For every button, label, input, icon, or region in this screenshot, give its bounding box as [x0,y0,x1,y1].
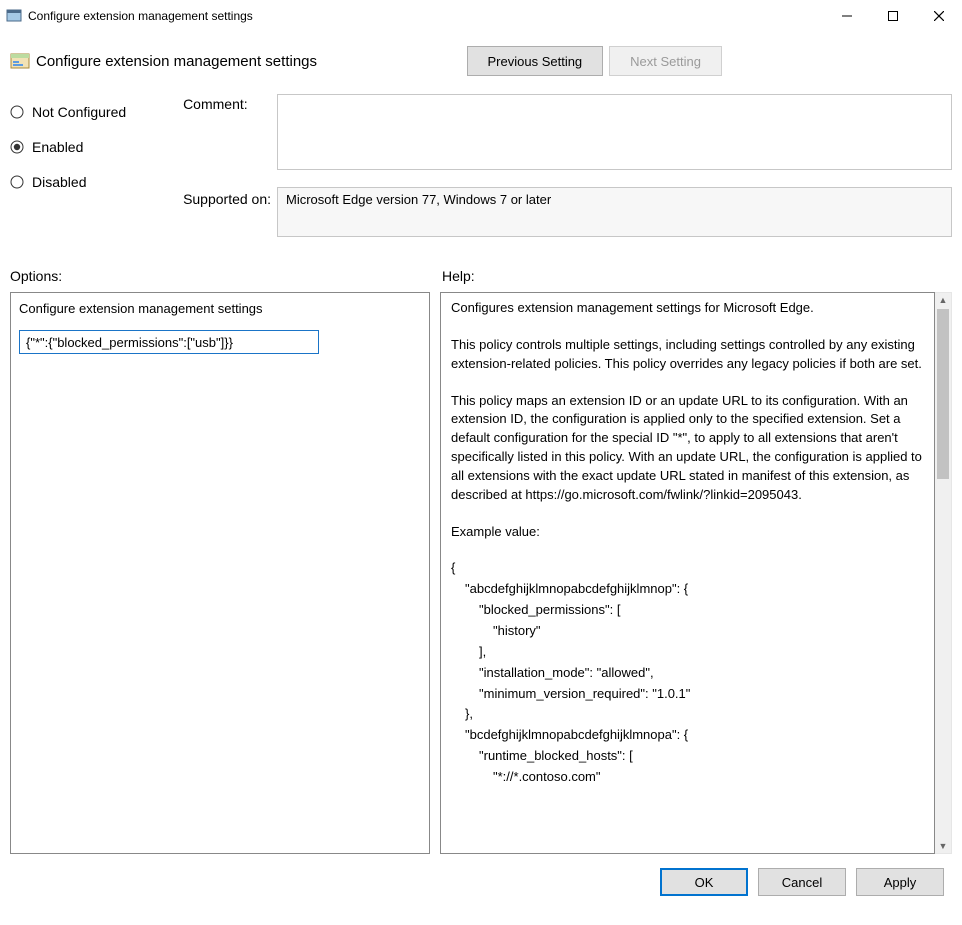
supported-on-field [277,187,952,237]
help-scrollbar[interactable]: ▲ ▼ [935,292,952,854]
field-labels: Comment: Supported on: [183,94,277,240]
radio-label: Enabled [32,139,83,155]
state-radio-group: Not Configured Enabled Disabled [10,94,183,240]
help-code: "installation_mode": "allowed", [451,664,924,683]
header-row: Configure extension management settings … [0,46,962,76]
scroll-up-icon: ▲ [935,293,951,307]
scroll-thumb[interactable] [937,309,949,479]
help-code: ], [451,643,924,662]
window-buttons [824,0,962,32]
ok-button[interactable]: OK [660,868,748,896]
help-code: "abcdefghijklmnopabcdefghijklmnop": { [451,580,924,599]
help-wrap: Configures extension management settings… [440,292,952,854]
config-area: Not Configured Enabled Disabled Comm [0,94,962,240]
app-icon [6,8,22,24]
options-label: Options: [10,268,442,284]
radio-icon [10,175,24,189]
help-code: "bcdefghijklmnopabcdefghijklmnopa": { [451,726,924,745]
radio-icon [10,140,24,154]
scroll-down-icon: ▼ [935,839,951,853]
comment-input[interactable] [277,94,952,170]
help-label: Help: [442,268,475,284]
help-text: This policy maps an extension ID or an u… [451,392,924,505]
comment-label: Comment: [183,94,277,129]
help-code: }, [451,705,924,724]
help-text: Example value: [451,523,924,542]
supported-label: Supported on: [183,189,277,224]
footer-buttons: OK Cancel Apply [0,854,962,896]
radio-label: Disabled [32,174,86,190]
options-pane: Configure extension management settings [10,292,430,854]
window: Configure extension management settings … [0,0,962,925]
radio-disabled[interactable]: Disabled [10,164,183,199]
help-code: "minimum_version_required": "1.0.1" [451,685,924,704]
help-code: "blocked_permissions": [ [451,601,924,620]
radio-label: Not Configured [32,104,126,120]
help-text: Configures extension management settings… [451,299,924,318]
help-pane: Configures extension management settings… [440,292,935,854]
pane-labels: Options: Help: [0,268,962,284]
options-pane-title: Configure extension management settings [19,301,421,316]
minimize-button[interactable] [824,0,870,32]
help-code: "*://*.contoso.com" [451,768,924,787]
header-title: Configure extension management settings [36,53,317,70]
nav-buttons: Previous Setting Next Setting [467,46,723,76]
radio-icon [10,105,24,119]
maximize-button[interactable] [870,0,916,32]
close-button[interactable] [916,0,962,32]
help-code: "history" [451,622,924,641]
window-title: Configure extension management settings [28,9,824,23]
field-inputs [277,94,952,240]
help-code: "runtime_blocked_hosts": [ [451,747,924,766]
help-text: This policy controls multiple settings, … [451,336,924,374]
minimize-icon [842,11,852,21]
next-setting-button: Next Setting [609,46,722,76]
extension-settings-input[interactable] [19,330,319,354]
titlebar: Configure extension management settings [0,0,962,32]
radio-not-configured[interactable]: Not Configured [10,94,183,129]
maximize-icon [888,11,898,21]
apply-button[interactable]: Apply [856,868,944,896]
panes: Configure extension management settings … [0,292,962,854]
previous-setting-button[interactable]: Previous Setting [467,46,604,76]
cancel-button[interactable]: Cancel [758,868,846,896]
policy-icon [10,52,30,70]
radio-enabled[interactable]: Enabled [10,129,183,164]
close-icon [934,11,944,21]
help-code: { [451,559,924,578]
